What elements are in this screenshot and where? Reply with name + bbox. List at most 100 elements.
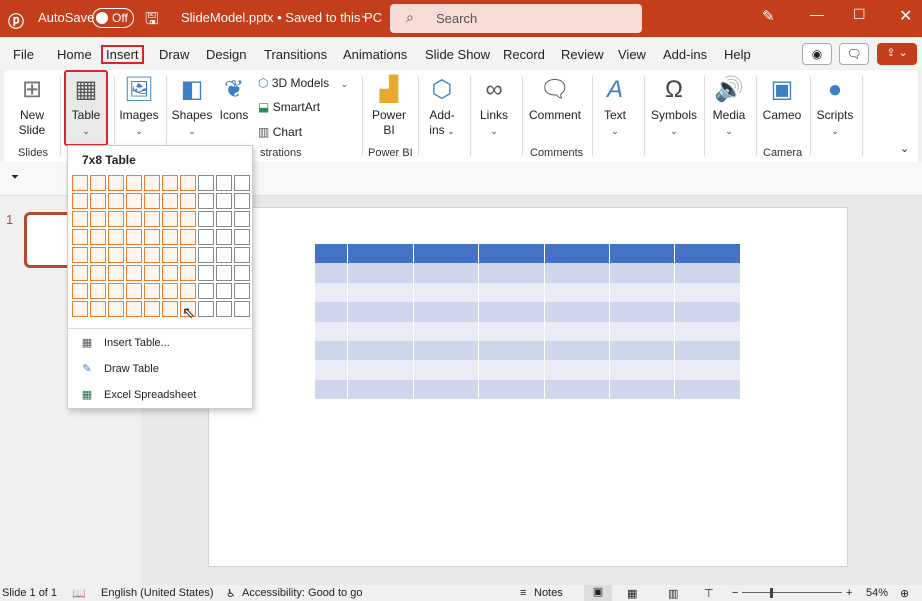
grid-cell[interactable] bbox=[72, 229, 88, 245]
smartart-button[interactable]: ⬓ SmartArt bbox=[258, 100, 320, 115]
table-cell[interactable] bbox=[413, 244, 480, 264]
grid-cell[interactable] bbox=[216, 175, 232, 191]
grid-cell[interactable] bbox=[180, 247, 196, 263]
tab-draw[interactable]: Draw bbox=[159, 47, 189, 62]
table-row[interactable] bbox=[315, 302, 741, 322]
table-cell[interactable] bbox=[315, 360, 349, 380]
grid-cell[interactable] bbox=[72, 211, 88, 227]
scripts-button[interactable]: ● Scripts ⌄ bbox=[814, 76, 856, 139]
comment-button[interactable]: 🗨 Comment bbox=[526, 76, 584, 123]
grid-cell[interactable] bbox=[180, 283, 196, 299]
reading-view-icon[interactable]: ▥ bbox=[668, 587, 678, 600]
table-row[interactable] bbox=[315, 282, 741, 303]
tab-file[interactable]: File bbox=[13, 47, 34, 62]
icons-button[interactable]: ❦ Icons bbox=[216, 76, 252, 123]
grid-cell[interactable] bbox=[144, 175, 160, 191]
table-cell[interactable] bbox=[544, 360, 611, 380]
grid-cell[interactable] bbox=[162, 301, 178, 317]
grid-cell[interactable] bbox=[126, 265, 142, 281]
grid-cell[interactable] bbox=[90, 229, 106, 245]
grid-cell[interactable] bbox=[126, 247, 142, 263]
spelling-icon[interactable]: 📖 bbox=[72, 587, 86, 600]
tab-animations[interactable]: Animations bbox=[343, 47, 407, 62]
table-cell[interactable] bbox=[609, 244, 676, 264]
grid-cell[interactable] bbox=[198, 301, 214, 317]
table-cell[interactable] bbox=[544, 302, 611, 322]
grid-cell[interactable] bbox=[180, 211, 196, 227]
grid-cell[interactable] bbox=[216, 301, 232, 317]
table-cell[interactable] bbox=[347, 340, 414, 361]
grid-cell[interactable] bbox=[144, 193, 160, 209]
table-cell[interactable] bbox=[478, 282, 545, 303]
grid-cell[interactable] bbox=[126, 229, 142, 245]
maximize-button[interactable]: ☐ bbox=[853, 6, 866, 23]
table-cell[interactable] bbox=[478, 302, 545, 322]
table-cell[interactable] bbox=[413, 282, 480, 303]
grid-cell[interactable] bbox=[162, 211, 178, 227]
slide-table[interactable] bbox=[315, 244, 741, 400]
table-row[interactable] bbox=[315, 263, 741, 283]
grid-cell[interactable] bbox=[72, 175, 88, 191]
grid-cell[interactable] bbox=[90, 193, 106, 209]
insert-table-item[interactable]: ▦ Insert Table... bbox=[78, 336, 170, 349]
grid-cell[interactable] bbox=[162, 247, 178, 263]
draw-table-item[interactable]: ✎ Draw Table bbox=[78, 362, 158, 375]
zoom-in-button[interactable]: + bbox=[846, 587, 852, 599]
tab-home[interactable]: Home bbox=[57, 47, 92, 62]
tab-insert[interactable]: Insert bbox=[101, 45, 144, 64]
table-cell[interactable] bbox=[413, 302, 480, 322]
grid-cell[interactable] bbox=[162, 193, 178, 209]
table-cell[interactable] bbox=[674, 321, 741, 341]
grid-cell[interactable] bbox=[144, 283, 160, 299]
grid-cell[interactable] bbox=[162, 283, 178, 299]
excel-spreadsheet-item[interactable]: ▦ Excel Spreadsheet bbox=[78, 388, 197, 401]
table-header-row[interactable] bbox=[315, 244, 741, 264]
table-cell[interactable] bbox=[544, 321, 611, 341]
table-cell[interactable] bbox=[347, 244, 414, 264]
table-cell[interactable] bbox=[315, 321, 349, 341]
table-cell[interactable] bbox=[413, 360, 480, 380]
close-button[interactable]: ✕ bbox=[899, 6, 912, 26]
media-button[interactable]: 🔊 Media ⌄ bbox=[708, 76, 750, 139]
grid-cell[interactable] bbox=[108, 283, 124, 299]
grid-cell[interactable] bbox=[90, 247, 106, 263]
tab-help[interactable]: Help bbox=[724, 47, 751, 62]
grid-cell[interactable] bbox=[72, 193, 88, 209]
table-button[interactable]: ▦ Table ⌄ bbox=[64, 70, 108, 146]
grid-cell[interactable] bbox=[234, 247, 250, 263]
grid-cell[interactable] bbox=[162, 175, 178, 191]
grid-cell[interactable] bbox=[144, 301, 160, 317]
table-cell[interactable] bbox=[609, 379, 676, 400]
record-button[interactable]: ◉ bbox=[802, 43, 832, 65]
table-cell[interactable] bbox=[544, 282, 611, 303]
chart-button[interactable]: ▥ Chart bbox=[258, 125, 302, 140]
grid-cell[interactable] bbox=[180, 229, 196, 245]
grid-cell[interactable] bbox=[198, 265, 214, 281]
grid-cell[interactable] bbox=[198, 247, 214, 263]
cameo-button[interactable]: ▣ Cameo bbox=[760, 76, 804, 123]
zoom-slider-thumb[interactable] bbox=[770, 588, 773, 598]
table-cell[interactable] bbox=[347, 263, 414, 283]
tab-transitions[interactable]: Transitions bbox=[264, 47, 327, 62]
grid-cell[interactable] bbox=[198, 229, 214, 245]
table-cell[interactable] bbox=[478, 340, 545, 361]
new-slide-button[interactable]: ⊞ New Slide bbox=[10, 76, 54, 138]
table-cell[interactable] bbox=[413, 263, 480, 283]
table-cell[interactable] bbox=[347, 379, 414, 400]
table-row[interactable] bbox=[315, 379, 741, 400]
grid-cell[interactable] bbox=[144, 265, 160, 281]
grid-cell[interactable] bbox=[144, 229, 160, 245]
table-row[interactable] bbox=[315, 360, 741, 380]
table-cell[interactable] bbox=[674, 340, 741, 361]
zoom-slider[interactable] bbox=[742, 592, 842, 593]
grid-cell[interactable] bbox=[216, 193, 232, 209]
grid-cell[interactable] bbox=[216, 283, 232, 299]
grid-cell[interactable] bbox=[126, 211, 142, 227]
designer-pen-icon[interactable]: ✎ bbox=[762, 7, 775, 25]
table-cell[interactable] bbox=[609, 340, 676, 361]
table-cell[interactable] bbox=[347, 282, 414, 303]
table-cell[interactable] bbox=[478, 379, 545, 400]
slide-canvas[interactable] bbox=[208, 207, 848, 567]
grid-cell[interactable] bbox=[90, 283, 106, 299]
table-cell[interactable] bbox=[347, 360, 414, 380]
